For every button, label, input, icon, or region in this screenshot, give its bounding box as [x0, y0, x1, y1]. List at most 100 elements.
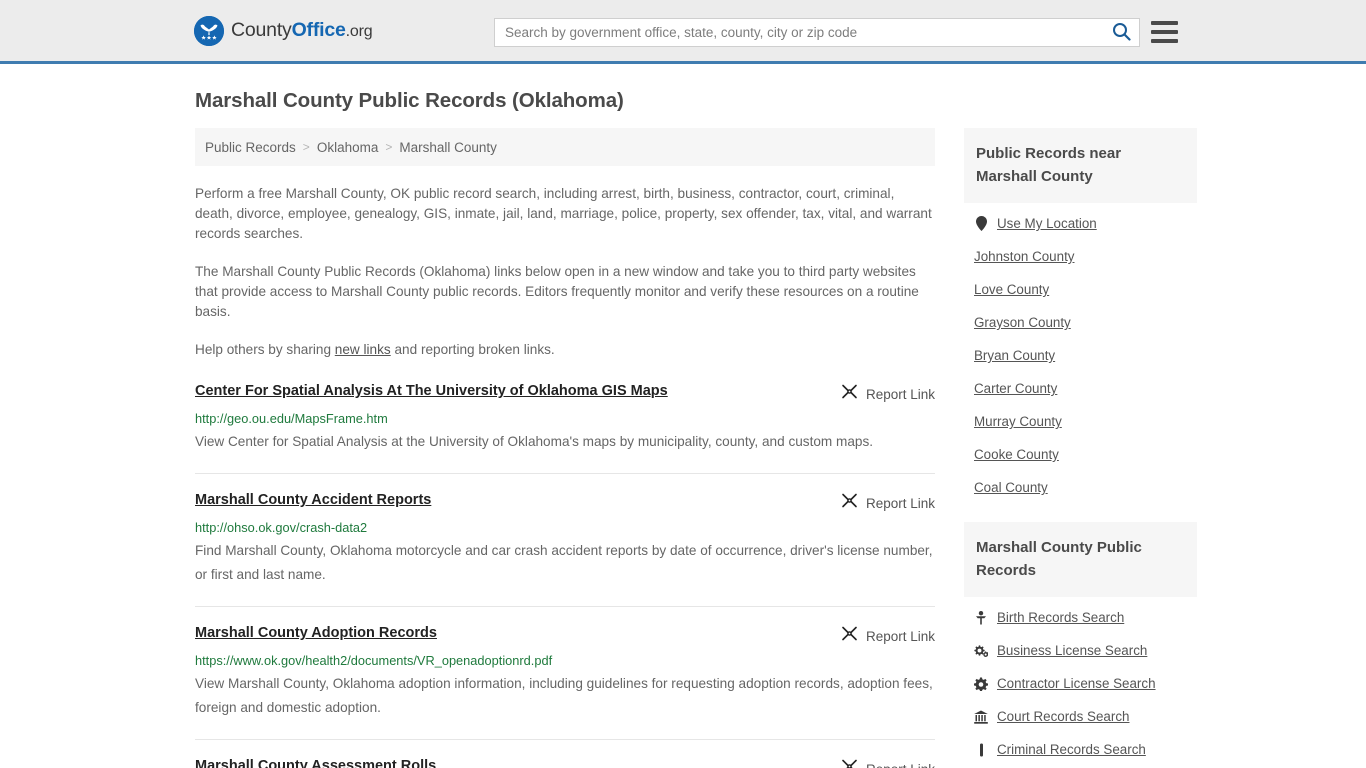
- result-item: Marshall County Adoption Records Report …: [195, 624, 935, 740]
- result-description: Find Marshall County, Oklahoma motorcycl…: [195, 543, 933, 582]
- search-icon: [1112, 22, 1131, 44]
- intro-paragraph-2: The Marshall County Public Records (Okla…: [195, 264, 919, 319]
- breadcrumb-separator: >: [302, 140, 310, 154]
- result-item: Center For Spatial Analysis At The Unive…: [195, 382, 935, 474]
- sidebar-link-label[interactable]: Birth Records Search: [997, 610, 1124, 625]
- result-description: View Marshall County, Oklahoma adoption …: [195, 676, 933, 715]
- result-url-link[interactable]: http://geo.ou.edu/MapsFrame.htm: [195, 411, 935, 426]
- result-description: View Center for Spatial Analysis at the …: [195, 434, 874, 449]
- sidebar-link-label[interactable]: Grayson County: [974, 315, 1071, 330]
- broken-link-icon: [841, 383, 858, 405]
- report-link-button[interactable]: Report Link: [841, 624, 935, 647]
- result-title-link[interactable]: Marshall County Adoption Records: [195, 624, 437, 643]
- page-container: Marshall County Public Records (Oklahoma…: [0, 89, 1366, 768]
- sidebar-item-bryan-county[interactable]: Bryan County: [964, 339, 1197, 372]
- sidebar-item-grayson-county[interactable]: Grayson County: [964, 306, 1197, 339]
- breadcrumb-item-marshall-county: Marshall County: [399, 139, 497, 155]
- sidebar-item-birth-records-search[interactable]: Birth Records Search: [964, 601, 1197, 634]
- breadcrumb-separator: >: [385, 140, 393, 154]
- content-layout: Public Records > Oklahoma > Marshall Cou…: [195, 128, 1197, 768]
- report-link-label: Report Link: [865, 628, 935, 644]
- hamburger-menu-icon[interactable]: [1151, 21, 1178, 43]
- sidebar-records-heading: Marshall County Public Records: [964, 522, 1197, 597]
- search-bar: [494, 18, 1140, 47]
- gears-icon: [974, 644, 988, 658]
- intro-text: Perform a free Marshall County, OK publi…: [195, 184, 935, 360]
- site-header: CountyOffice.org: [0, 0, 1366, 64]
- new-links-link[interactable]: new links: [335, 342, 391, 357]
- breadcrumb: Public Records > Oklahoma > Marshall Cou…: [195, 128, 935, 166]
- broken-link-icon: [841, 758, 858, 768]
- eagle-stars-seal-icon: [194, 15, 224, 46]
- sidebar-item-murray-county[interactable]: Murray County: [964, 405, 1197, 438]
- broken-link-icon: [841, 492, 858, 514]
- fingerprint-icon: [974, 743, 988, 757]
- sidebar-item-contractor-license-search[interactable]: Contractor License Search: [964, 667, 1197, 700]
- report-link-label: Report Link: [865, 495, 935, 511]
- sidebar-item-carter-county[interactable]: Carter County: [964, 372, 1197, 405]
- sidebar-link-label[interactable]: Contractor License Search: [997, 676, 1156, 691]
- breadcrumb-item-public-records[interactable]: Public Records: [205, 140, 296, 155]
- sidebar-link-label[interactable]: Love County: [974, 282, 1049, 297]
- baby-icon: [974, 610, 988, 625]
- sidebar-link-label[interactable]: Murray County: [974, 414, 1062, 429]
- sidebar-item-love-county[interactable]: Love County: [964, 273, 1197, 306]
- result-title-link[interactable]: Marshall County Assessment Rolls: [195, 757, 436, 768]
- logo-wordmark: CountyOffice.org: [231, 19, 373, 42]
- sidebar-item-business-license-search[interactable]: Business License Search: [964, 634, 1197, 667]
- main-column: Public Records > Oklahoma > Marshall Cou…: [195, 128, 935, 768]
- report-link-button[interactable]: Report Link: [841, 491, 935, 514]
- sidebar-link-label[interactable]: Court Records Search: [997, 709, 1129, 724]
- report-link-label: Report Link: [866, 762, 935, 768]
- logo-text-county: County: [231, 19, 292, 41]
- sidebar-item-johnston-county[interactable]: Johnston County: [964, 240, 1197, 273]
- result-title-link[interactable]: Center For Spatial Analysis At The Unive…: [195, 382, 668, 401]
- site-logo[interactable]: CountyOffice.org: [194, 15, 373, 46]
- result-header: Marshall County Accident Reports Report …: [195, 491, 935, 514]
- report-link-button[interactable]: Report Link: [841, 382, 935, 405]
- sidebar: Public Records near Marshall County Use …: [964, 128, 1197, 768]
- sidebar-link-label[interactable]: Cooke County: [974, 447, 1059, 462]
- result-item: Marshall County Accident Reports Report …: [195, 491, 935, 607]
- results-list: Center For Spatial Analysis At The Unive…: [195, 382, 935, 768]
- result-header: Center For Spatial Analysis At The Unive…: [195, 382, 935, 405]
- report-link-label: Report Link: [865, 386, 935, 402]
- search-input[interactable]: [495, 19, 1103, 46]
- intro-p3-after: and reporting broken links.: [390, 342, 555, 357]
- intro-p3-before: Help others by sharing: [195, 342, 335, 357]
- hamburger-bar: [1151, 30, 1178, 34]
- sidebar-nearby-heading: Public Records near Marshall County: [964, 128, 1197, 203]
- result-url-link[interactable]: http://ohso.ok.gov/crash-data2: [195, 520, 935, 535]
- breadcrumb-item-oklahoma[interactable]: Oklahoma: [317, 140, 379, 155]
- sidebar-section-nearby: Public Records near Marshall County Use …: [964, 128, 1197, 504]
- result-header: Marshall County Assessment Rolls Report …: [195, 757, 935, 768]
- broken-link-icon: [841, 625, 858, 647]
- intro-paragraph-3: Help others by sharing new links and rep…: [195, 340, 935, 360]
- gear-icon: [974, 677, 988, 691]
- map-pin-icon: [974, 216, 988, 231]
- logo-text-org: .org: [345, 23, 373, 40]
- sidebar-link-label[interactable]: Criminal Records Search: [997, 742, 1146, 757]
- sidebar-item-cooke-county[interactable]: Cooke County: [964, 438, 1197, 471]
- sidebar-item-criminal-records-search[interactable]: Criminal Records Search: [964, 733, 1197, 766]
- sidebar-item-use-my-location[interactable]: Use My Location: [964, 207, 1197, 240]
- report-link-button[interactable]: Report Link: [841, 757, 935, 768]
- sidebar-link-label[interactable]: Business License Search: [997, 643, 1147, 658]
- sidebar-section-records: Marshall County Public Records Birth Rec…: [964, 522, 1197, 766]
- result-header: Marshall County Adoption Records Report …: [195, 624, 935, 647]
- intro-paragraph-1: Perform a free Marshall County, OK publi…: [195, 186, 932, 241]
- sidebar-item-coal-county[interactable]: Coal County: [964, 471, 1197, 504]
- hamburger-bar: [1151, 39, 1178, 43]
- result-item: Marshall County Assessment Rolls Report …: [195, 757, 935, 768]
- sidebar-link-label[interactable]: Use My Location: [997, 216, 1097, 231]
- sidebar-records-list: Birth Records Search Business License Se…: [964, 597, 1197, 766]
- sidebar-link-label[interactable]: Johnston County: [974, 249, 1075, 264]
- sidebar-link-label[interactable]: Carter County: [974, 381, 1057, 396]
- sidebar-link-label[interactable]: Bryan County: [974, 348, 1055, 363]
- sidebar-link-label[interactable]: Coal County: [974, 480, 1048, 495]
- result-url-link[interactable]: https://www.ok.gov/health2/documents/VR_…: [195, 653, 935, 668]
- sidebar-item-court-records-search[interactable]: Court Records Search: [964, 700, 1197, 733]
- search-button[interactable]: [1103, 19, 1139, 46]
- page-title: Marshall County Public Records (Oklahoma…: [195, 89, 624, 112]
- result-title-link[interactable]: Marshall County Accident Reports: [195, 491, 431, 510]
